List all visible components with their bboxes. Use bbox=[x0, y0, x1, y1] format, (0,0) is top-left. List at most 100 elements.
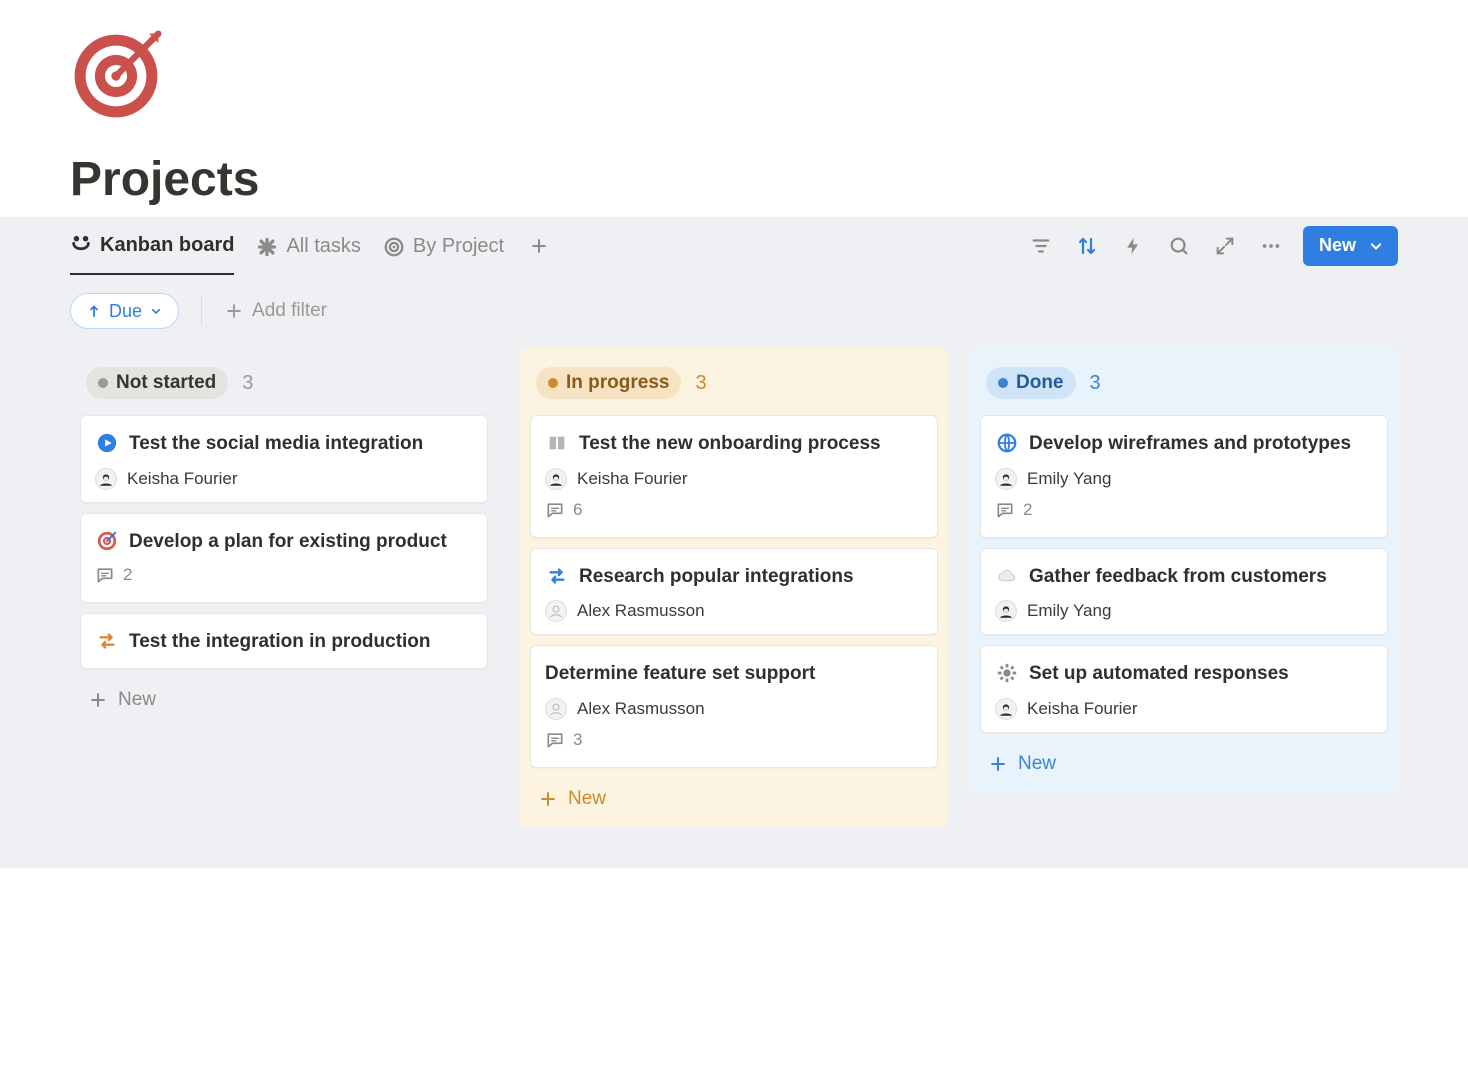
status-dot-icon bbox=[548, 378, 558, 388]
assignee: Alex Rasmusson bbox=[577, 601, 705, 621]
card-title: Develop wireframes and prototypes bbox=[1029, 430, 1351, 458]
search-icon[interactable] bbox=[1165, 232, 1193, 260]
card-title: Gather feedback from customers bbox=[1029, 563, 1327, 591]
column-status-pill[interactable]: Not started bbox=[86, 367, 228, 399]
avatar bbox=[995, 698, 1017, 720]
cloud-icon bbox=[995, 564, 1019, 588]
add-filter-button[interactable]: Add filter bbox=[224, 300, 327, 322]
page-title: Projects bbox=[70, 152, 1398, 207]
card-title: Determine feature set support bbox=[545, 660, 815, 688]
tab-by-project[interactable]: By Project bbox=[383, 217, 504, 275]
column-label: In progress bbox=[566, 372, 669, 394]
expand-icon[interactable] bbox=[1211, 232, 1239, 260]
status-dot-icon bbox=[998, 378, 1008, 388]
filter-chip-due[interactable]: Due bbox=[70, 293, 179, 329]
comments-count: 2 bbox=[95, 565, 132, 585]
tab-kanban-board[interactable]: Kanban board bbox=[70, 217, 234, 275]
plus-icon bbox=[538, 789, 558, 809]
column-new-button[interactable]: New bbox=[80, 679, 488, 717]
plus-icon bbox=[224, 301, 244, 321]
plus-icon bbox=[988, 754, 1008, 774]
sort-icon[interactable] bbox=[1073, 232, 1101, 260]
comment-icon bbox=[545, 500, 565, 520]
new-button-label: New bbox=[1319, 235, 1356, 256]
kanban-card[interactable]: Test the new onboarding process Keisha F… bbox=[530, 415, 938, 538]
plus-icon bbox=[88, 690, 108, 710]
kanban-card[interactable]: Research popular integrations Alex Rasmu… bbox=[530, 548, 938, 636]
column-status-pill[interactable]: In progress bbox=[536, 367, 681, 399]
automation-icon[interactable] bbox=[1119, 232, 1147, 260]
kanban-card[interactable]: Set up automated responses Keisha Fourie… bbox=[980, 645, 1388, 733]
filter-chip-label: Due bbox=[109, 301, 142, 322]
assignee: Keisha Fourier bbox=[127, 469, 238, 489]
column-new-button[interactable]: New bbox=[530, 778, 938, 816]
add-view-button[interactable] bbox=[526, 233, 552, 259]
comment-icon bbox=[995, 500, 1015, 520]
board-icon bbox=[70, 235, 92, 257]
assignee: Keisha Fourier bbox=[577, 469, 688, 489]
column-new-label: New bbox=[1018, 753, 1056, 775]
dart-icon bbox=[95, 529, 119, 553]
avatar bbox=[545, 600, 567, 622]
card-title: Set up automated responses bbox=[1029, 660, 1289, 688]
globe-icon bbox=[995, 431, 1019, 455]
column-label: Done bbox=[1016, 372, 1064, 394]
divider bbox=[201, 296, 202, 326]
column-label: Not started bbox=[116, 372, 216, 394]
kanban-card[interactable]: Test the social media integration Keisha… bbox=[80, 415, 488, 503]
tab-all-tasks[interactable]: All tasks bbox=[256, 217, 360, 275]
add-filter-label: Add filter bbox=[252, 300, 327, 322]
column-done: Done 3 Develop wireframes and prototypes… bbox=[970, 347, 1398, 793]
assignee: Keisha Fourier bbox=[1027, 699, 1138, 719]
target-small-icon bbox=[383, 236, 405, 258]
card-title: Test the new onboarding process bbox=[579, 430, 881, 458]
book-icon bbox=[545, 431, 569, 455]
arrow-up-icon bbox=[85, 302, 103, 320]
card-title: Develop a plan for existing product bbox=[129, 528, 447, 556]
column-in-progress: In progress 3 Test the new onboarding pr… bbox=[520, 347, 948, 828]
tab-label: By Project bbox=[413, 235, 504, 258]
kanban-card[interactable]: Determine feature set support Alex Rasmu… bbox=[530, 645, 938, 768]
avatar bbox=[995, 600, 1017, 622]
card-title: Test the integration in production bbox=[129, 628, 431, 656]
comments-count: 3 bbox=[545, 730, 582, 750]
swap-icon bbox=[95, 629, 119, 653]
filter-icon[interactable] bbox=[1027, 232, 1055, 260]
chevron-down-icon bbox=[148, 303, 164, 319]
comments-count: 2 bbox=[995, 500, 1032, 520]
assignee: Alex Rasmusson bbox=[577, 699, 705, 719]
column-new-label: New bbox=[118, 689, 156, 711]
column-count: 3 bbox=[242, 372, 253, 395]
asterisk-icon bbox=[256, 236, 278, 258]
assignee: Emily Yang bbox=[1027, 601, 1111, 621]
comment-icon bbox=[545, 730, 565, 750]
card-title: Test the social media integration bbox=[129, 430, 423, 458]
avatar bbox=[545, 468, 567, 490]
page-icon[interactable] bbox=[70, 30, 1398, 122]
avatar bbox=[995, 468, 1017, 490]
gear-icon bbox=[995, 661, 1019, 685]
tab-label: All tasks bbox=[286, 235, 360, 258]
column-count: 3 bbox=[695, 372, 706, 395]
card-title: Research popular integrations bbox=[579, 563, 854, 591]
swap-blue-icon bbox=[545, 564, 569, 588]
kanban-card[interactable]: Test the integration in production bbox=[80, 613, 488, 669]
assignee: Emily Yang bbox=[1027, 469, 1111, 489]
kanban-card[interactable]: Develop a plan for existing product 2 bbox=[80, 513, 488, 604]
avatar bbox=[545, 698, 567, 720]
new-button[interactable]: New bbox=[1303, 226, 1398, 266]
status-dot-icon bbox=[98, 378, 108, 388]
more-icon[interactable] bbox=[1257, 232, 1285, 260]
column-count: 3 bbox=[1090, 372, 1101, 395]
column-not-started: Not started 3 Test the social media inte… bbox=[70, 347, 498, 729]
tab-label: Kanban board bbox=[100, 234, 234, 257]
column-new-label: New bbox=[568, 788, 606, 810]
comment-icon bbox=[95, 565, 115, 585]
comments-count: 6 bbox=[545, 500, 582, 520]
avatar bbox=[95, 468, 117, 490]
column-new-button[interactable]: New bbox=[980, 743, 1388, 781]
column-status-pill[interactable]: Done bbox=[986, 367, 1076, 399]
kanban-card[interactable]: Develop wireframes and prototypes Emily … bbox=[980, 415, 1388, 538]
kanban-card[interactable]: Gather feedback from customers Emily Yan… bbox=[980, 548, 1388, 636]
view-tabs: Kanban board All tasks By Project bbox=[70, 217, 552, 275]
